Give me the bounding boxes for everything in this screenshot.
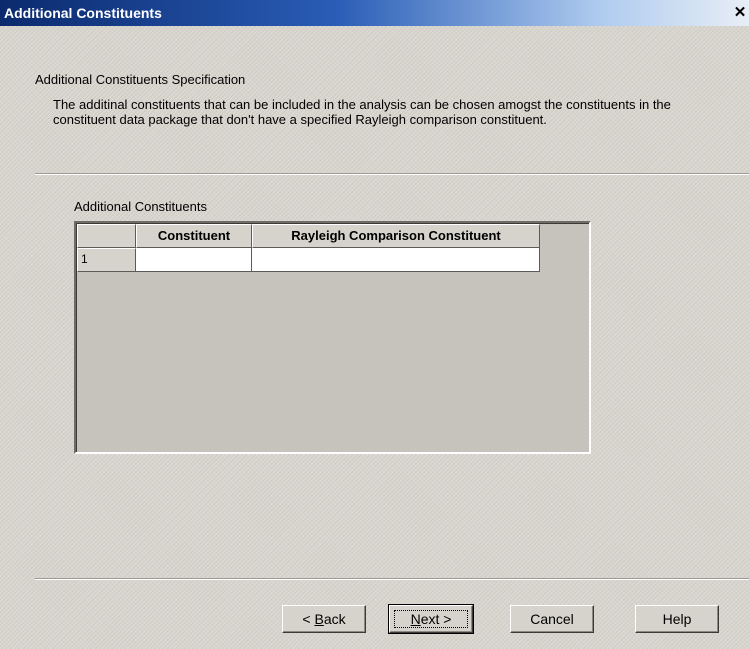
help-button[interactable]: Help <box>635 605 719 633</box>
constituents-grid[interactable]: Constituent Rayleigh Comparison Constitu… <box>74 221 591 454</box>
grid-corner-header[interactable] <box>77 224 136 248</box>
back-button-accel: B <box>314 611 324 627</box>
column-header-constituent[interactable]: Constituent <box>136 224 252 248</box>
back-button[interactable]: < Back <box>282 605 366 633</box>
rayleigh-comparison-cell[interactable] <box>252 248 540 272</box>
additional-constituents-dialog: Additional Constituents ✕ Additional Con… <box>0 0 749 649</box>
cancel-button-label: Cancel <box>530 611 574 627</box>
grid-label: Additional Constituents <box>74 199 207 214</box>
help-button-label: Help <box>662 611 692 627</box>
section-title: Additional Constituents Specification <box>35 72 246 87</box>
separator-top <box>35 173 749 175</box>
back-button-rest: ack <box>323 611 346 627</box>
constituent-cell[interactable] <box>136 248 252 272</box>
separator-bottom <box>35 578 749 580</box>
title-bar[interactable]: Additional Constituents ✕ <box>0 0 749 26</box>
next-button[interactable]: Next > <box>388 604 474 634</box>
back-button-prefix: < <box>302 611 315 627</box>
column-header-rayleigh-comparison[interactable]: Rayleigh Comparison Constituent <box>252 224 540 248</box>
next-button-accel: N <box>410 611 421 627</box>
section-description: The additinal constituents that can be i… <box>53 97 671 127</box>
close-icon[interactable]: ✕ <box>733 5 747 21</box>
cancel-button[interactable]: Cancel <box>510 605 594 633</box>
window-title: Additional Constituents <box>4 5 162 21</box>
row-header[interactable]: 1 <box>77 248 136 272</box>
next-button-rest: ext > <box>420 611 452 627</box>
